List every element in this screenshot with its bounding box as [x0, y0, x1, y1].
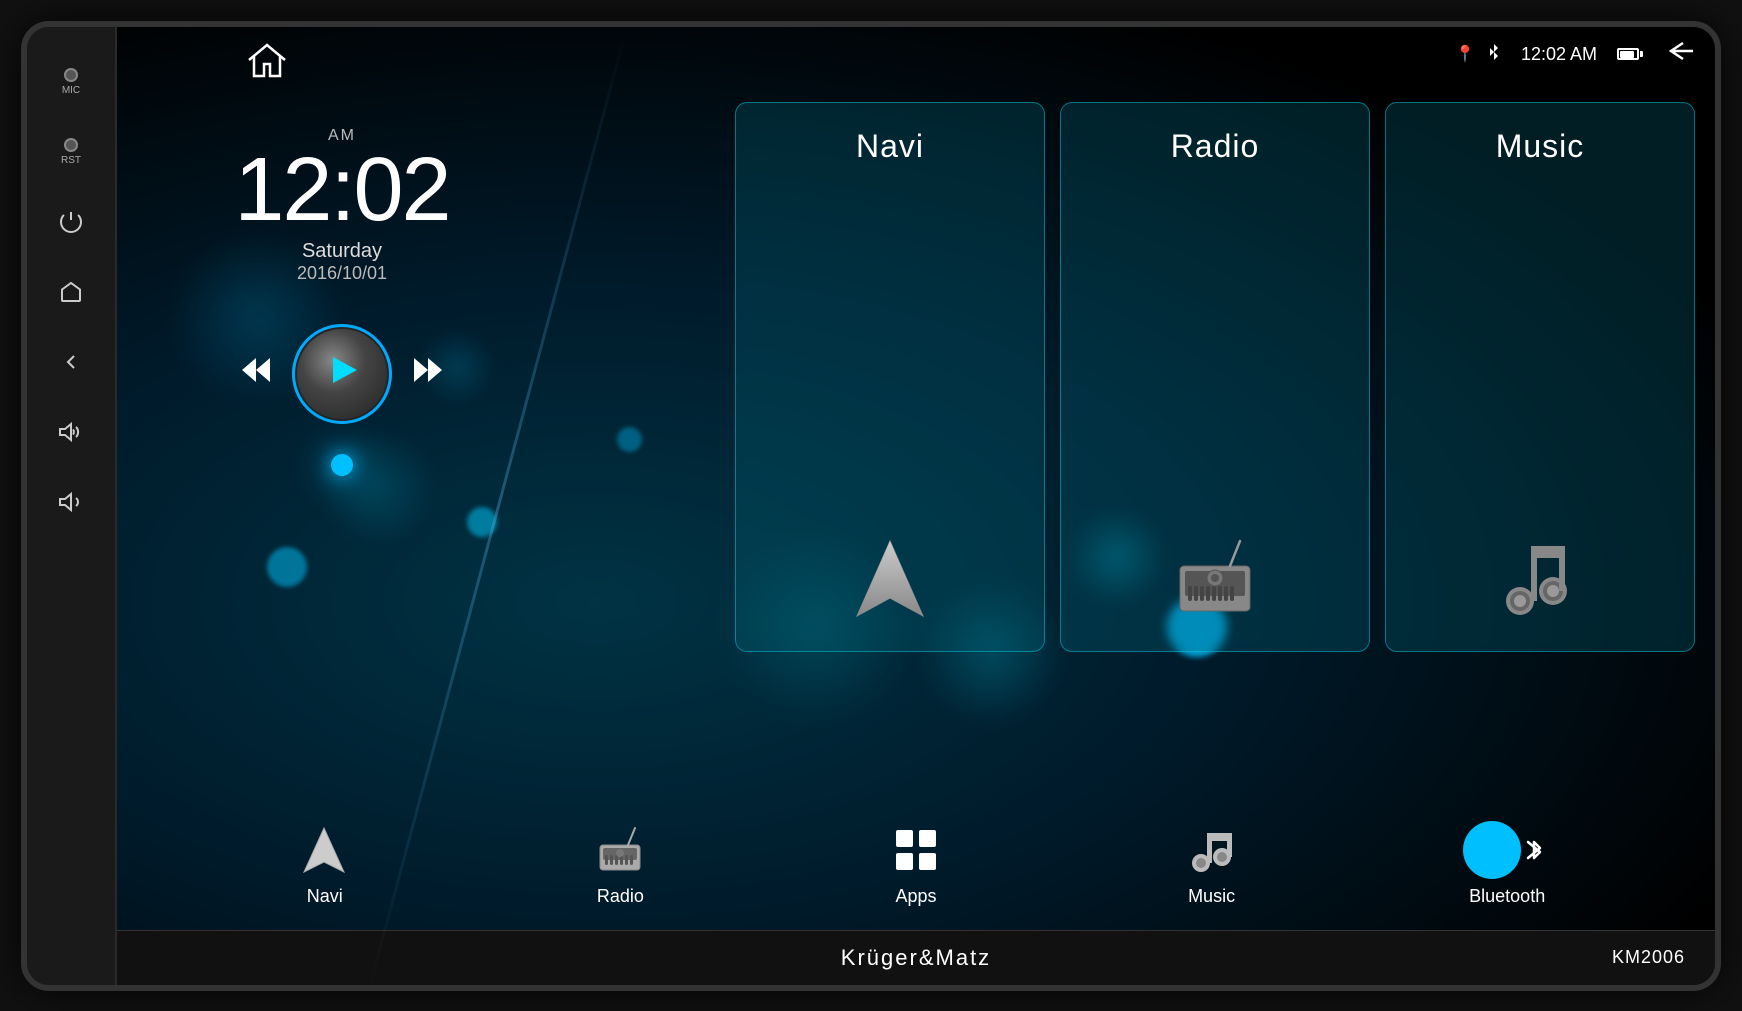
status-bar: 📍 12:02 AM — [855, 27, 1715, 82]
music-card-title: Music — [1496, 128, 1585, 165]
nav-item-music[interactable]: Music — [1152, 823, 1272, 907]
bluetooth-status-icon — [1487, 43, 1501, 66]
status-time: 12:02 AM — [1521, 44, 1597, 65]
clock-time: 12:02 — [234, 145, 449, 235]
location-icon: 📍 — [1455, 44, 1475, 64]
nav-radio-icon — [593, 823, 648, 878]
mic-control: MIC — [26, 47, 116, 117]
bluetooth-circle — [1463, 821, 1521, 879]
home-icon — [57, 278, 85, 306]
nav-item-bluetooth[interactable]: Bluetooth — [1447, 823, 1567, 907]
navi-card-title: Navi — [856, 128, 924, 165]
brand-name: Krüger&Matz — [841, 945, 991, 971]
play-icon — [331, 355, 359, 393]
bottom-nav: Navi — [117, 800, 1715, 930]
player-prev-button[interactable] — [240, 356, 272, 391]
nav-apps-icon — [888, 823, 943, 878]
status-icons: 📍 — [1455, 43, 1501, 66]
nav-item-apps[interactable]: Apps — [856, 823, 976, 907]
volume-up-button[interactable] — [26, 397, 116, 467]
clock-section: AM 12:02 Saturday 2016/10/01 — [234, 127, 449, 284]
device-frame: MIC RST — [21, 21, 1721, 991]
back-status-icon[interactable] — [1663, 40, 1695, 68]
back-icon — [57, 348, 85, 376]
nav-bluetooth-icon — [1480, 823, 1535, 878]
rst-dot — [64, 138, 78, 152]
brand-model: KM2006 — [1612, 947, 1685, 968]
radio-card-title: Radio — [1171, 128, 1260, 165]
blue-glow-decoration — [331, 454, 353, 476]
rst-control: RST — [26, 117, 116, 187]
main-grid: Navi Radio — [715, 82, 1715, 672]
mic-label: MIC — [62, 85, 80, 96]
navi-card[interactable]: Navi — [735, 102, 1045, 652]
screen-area: 📍 12:02 AM — [117, 27, 1715, 985]
volume-down-icon — [57, 488, 85, 516]
nav-navi-icon — [297, 823, 352, 878]
home-top-icon[interactable] — [247, 42, 287, 85]
music-card[interactable]: Music — [1385, 102, 1695, 652]
volume-up-icon — [57, 418, 85, 446]
player-section — [240, 324, 444, 424]
nav-navi-label: Navi — [307, 886, 343, 907]
nav-apps-label: Apps — [895, 886, 936, 907]
radio-card-icon — [1170, 536, 1260, 621]
radio-card[interactable]: Radio — [1060, 102, 1370, 652]
nav-music-label: Music — [1188, 886, 1235, 907]
player-disc[interactable] — [292, 324, 392, 424]
home-button[interactable] — [26, 257, 116, 327]
side-controls: MIC RST — [27, 27, 117, 985]
mic-dot — [64, 68, 78, 82]
rst-label: RST — [61, 155, 81, 166]
back-button[interactable] — [26, 327, 116, 397]
nav-item-radio[interactable]: Radio — [560, 823, 680, 907]
clock-date: 2016/10/01 — [234, 263, 449, 284]
nav-radio-label: Radio — [597, 886, 644, 907]
nav-music-icon — [1184, 823, 1239, 878]
clock-day: Saturday — [234, 240, 449, 263]
power-button[interactable] — [26, 187, 116, 257]
power-icon — [57, 208, 85, 236]
nav-item-navi[interactable]: Navi — [265, 823, 385, 907]
music-card-icon — [1498, 536, 1583, 621]
player-next-button[interactable] — [412, 356, 444, 391]
player-disc-inner — [297, 329, 387, 419]
nav-bluetooth-label: Bluetooth — [1469, 886, 1545, 907]
navi-card-icon — [853, 536, 928, 621]
volume-down-button[interactable] — [26, 467, 116, 537]
battery-icon — [1617, 48, 1643, 60]
